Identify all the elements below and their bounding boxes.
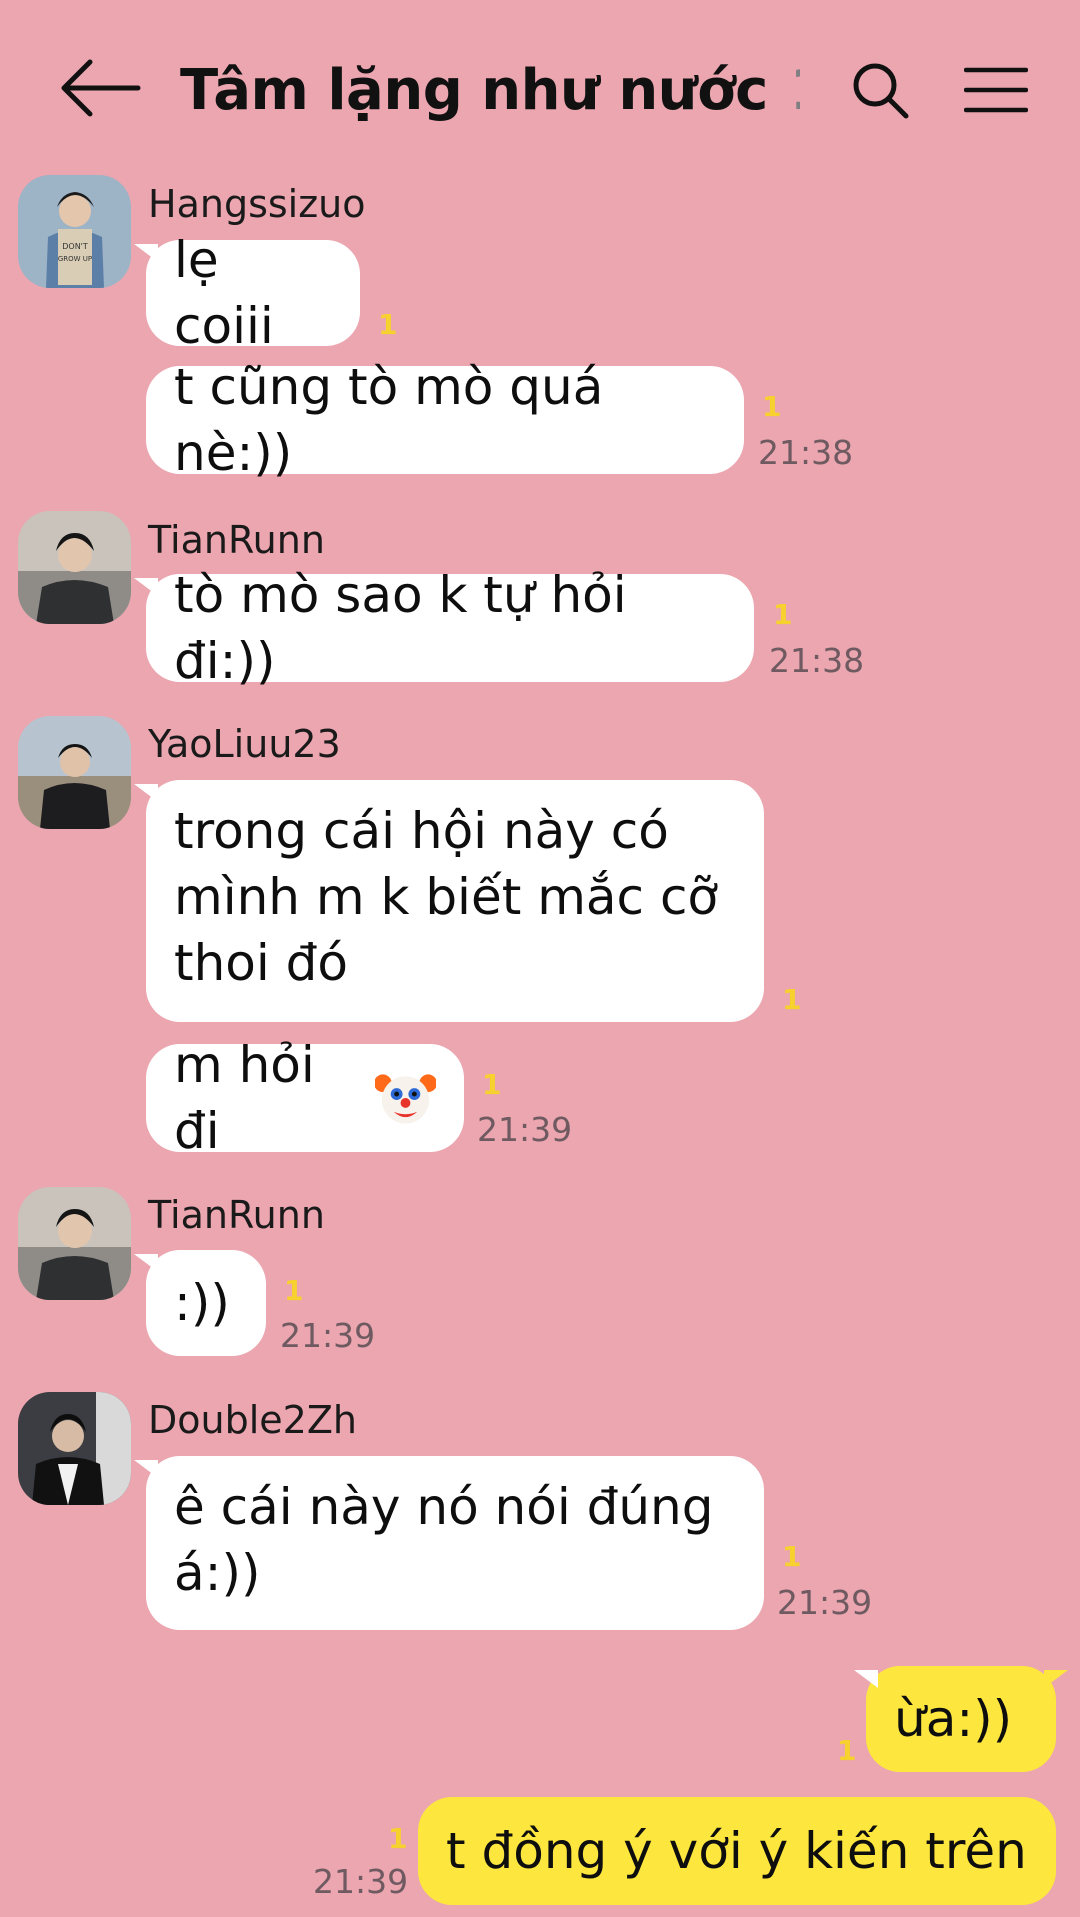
sender-name: YaoLiuu23 [148, 722, 341, 766]
search-icon [853, 63, 909, 119]
avatar-photo-icon: DON'T GROW UP [18, 175, 131, 288]
message-time: 21:38 [758, 433, 854, 472]
message-bubble[interactable]: :)) [134, 1250, 266, 1356]
back-button[interactable] [55, 52, 145, 124]
unread-count: 1 [773, 598, 793, 631]
back-arrow-icon [61, 59, 141, 117]
unread-count: 1 [284, 1274, 304, 1307]
chat-header: Tâm lặng như nước 16 [0, 0, 1080, 170]
svg-text:GROW UP: GROW UP [58, 255, 92, 263]
my-message-bubble[interactable]: ừa:)) [854, 1666, 1068, 1772]
avatar-photo-icon [18, 511, 131, 624]
message-text: m hỏi đi [174, 1036, 315, 1160]
unread-count: 1 [388, 1822, 408, 1855]
avatar-photo-icon [18, 1392, 131, 1505]
message-time: 21:39 [477, 1110, 573, 1149]
message-time: 21:39 [280, 1316, 376, 1355]
menu-icon [964, 67, 1028, 113]
sender-name: TianRunn [148, 518, 325, 562]
chat-title[interactable]: Tâm lặng như nước 16 [180, 50, 800, 130]
avatar-tianrunn[interactable] [18, 511, 131, 624]
message-time: 21:39 [777, 1583, 873, 1622]
sender-name: Double2Zh [148, 1398, 357, 1442]
avatar-yaoliuu23[interactable] [18, 716, 131, 829]
unread-count: 1 [782, 983, 802, 1016]
message-time: 21:39 [313, 1862, 409, 1901]
unread-count: 1 [782, 1540, 802, 1573]
message-bubble[interactable]: t cũng tò mò quá nè:)) [146, 358, 744, 482]
avatar-hangssizuo[interactable]: DON'T GROW UP [18, 175, 131, 288]
unread-count: 1 [762, 390, 782, 423]
message-time: 21:38 [769, 641, 865, 680]
message-bubble[interactable]: tò mò sao k tự hỏi đi:)) [134, 566, 754, 690]
svg-text:DON'T: DON'T [62, 242, 88, 251]
avatar-double2zh[interactable] [18, 1392, 131, 1505]
search-button[interactable] [842, 52, 918, 128]
avatar-tianrunn[interactable] [18, 1187, 131, 1300]
sender-name: Hangssizuo [148, 182, 366, 226]
my-message-bubble[interactable]: t đồng ý với ý kiến trên [418, 1797, 1056, 1905]
sender-name: TianRunn [148, 1193, 325, 1237]
message-bubble[interactable]: trong cái hội này có mình m k biết mắc c… [134, 780, 764, 1022]
clown-face-icon [375, 1074, 436, 1124]
menu-button[interactable] [960, 58, 1032, 122]
member-count: 16 [790, 58, 800, 123]
message-bubble[interactable]: ê cái này nó nói đúng á:)) [134, 1456, 764, 1630]
message-bubble[interactable]: m hỏi đi [146, 1036, 464, 1160]
message-bubble[interactable]: lẹ coiii [134, 231, 360, 355]
avatar-photo-icon [18, 716, 131, 829]
chat-title-text: Tâm lặng như nước [180, 57, 768, 123]
unread-count: 1 [482, 1068, 502, 1101]
avatar-photo-icon [18, 1187, 131, 1300]
unread-count: 1 [378, 308, 398, 341]
unread-count: 1 [837, 1734, 857, 1767]
